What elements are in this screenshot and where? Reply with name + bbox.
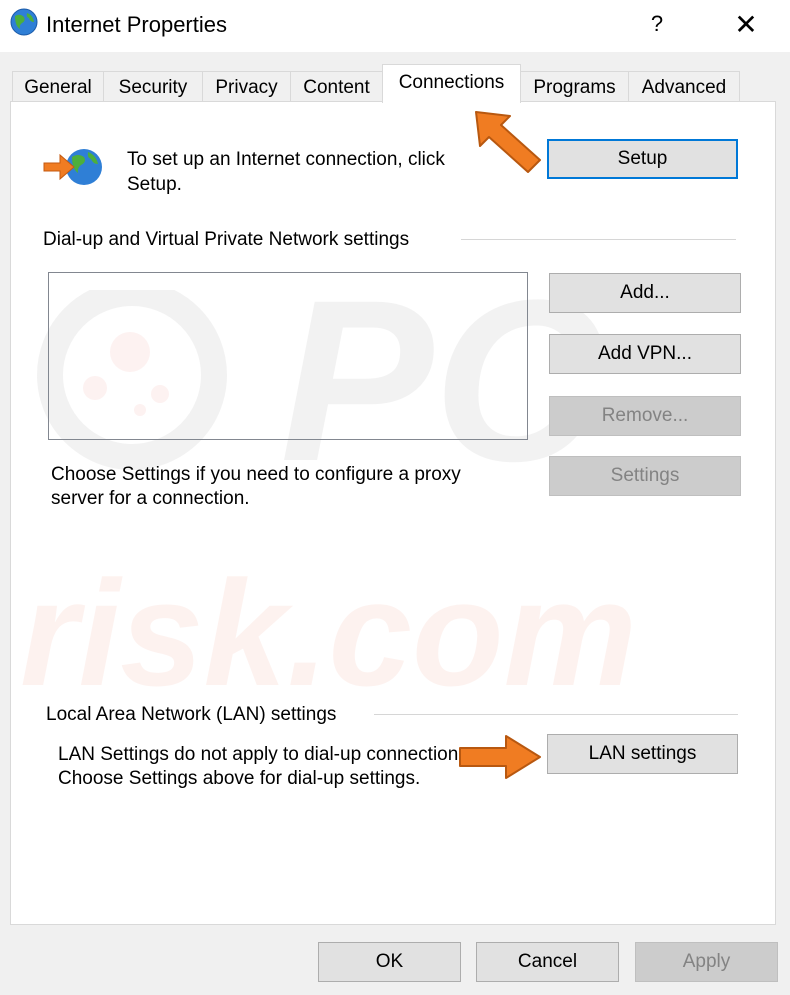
cancel-button[interactable]: Cancel [476, 942, 619, 982]
settings-button[interactable]: Settings [549, 456, 741, 496]
tab-content[interactable]: Content [290, 71, 383, 102]
remove-button[interactable]: Remove... [549, 396, 741, 436]
group-divider [374, 714, 738, 715]
tab-connections[interactable]: Connections [382, 64, 521, 103]
help-button[interactable]: ? [645, 11, 669, 37]
lan-settings-button[interactable]: LAN settings [547, 734, 738, 774]
connections-tab-panel [10, 101, 776, 925]
lan-group-heading: Local Area Network (LAN) settings [46, 704, 337, 725]
group-divider [461, 239, 736, 240]
proxy-description-line1: Choose Settings if you need to configure… [51, 464, 461, 485]
setup-description-line1: To set up an Internet connection, click [127, 149, 445, 170]
setup-description-line2: Setup. [127, 174, 182, 195]
lan-description-line2: Choose Settings above for dial-up settin… [58, 768, 421, 789]
tab-general[interactable]: General [12, 71, 104, 102]
window-title: Internet Properties [46, 12, 227, 37]
setup-button[interactable]: Setup [547, 139, 738, 179]
tab-advanced[interactable]: Advanced [628, 71, 740, 102]
ok-button[interactable]: OK [318, 942, 461, 982]
add-vpn-button[interactable]: Add VPN... [549, 334, 741, 374]
apply-button[interactable]: Apply [635, 942, 778, 982]
arrow-annotation-icon [459, 735, 541, 779]
internet-globe-icon [10, 8, 38, 36]
tab-programs[interactable]: Programs [520, 71, 629, 102]
lan-description-line1: LAN Settings do not apply to dial-up con… [58, 744, 463, 765]
tab-security[interactable]: Security [103, 71, 203, 102]
proxy-description-line2: server for a connection. [51, 488, 250, 509]
close-button[interactable]: ✕ [731, 8, 761, 41]
arrow-annotation-icon [475, 111, 541, 173]
tab-privacy[interactable]: Privacy [202, 71, 291, 102]
add-button[interactable]: Add... [549, 273, 741, 313]
dialup-connections-list[interactable] [48, 272, 528, 440]
network-setup-icon [43, 149, 102, 185]
dialup-group-heading: Dial-up and Virtual Private Network sett… [43, 229, 410, 250]
